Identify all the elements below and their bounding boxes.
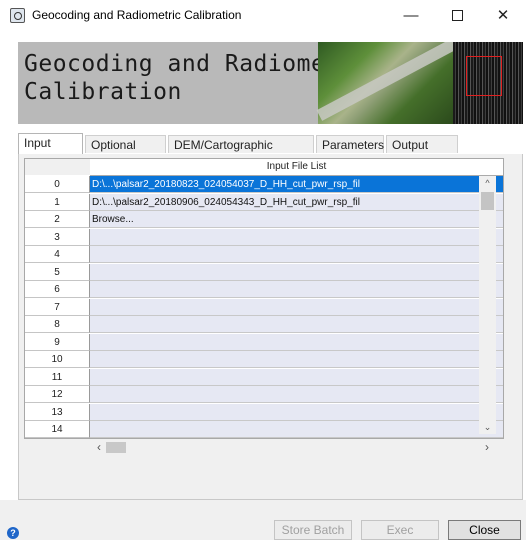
row-header[interactable]: 0 <box>25 176 90 193</box>
tab-output-files[interactable]: Output Files <box>386 135 458 170</box>
table-cell[interactable] <box>90 403 503 421</box>
help-icon[interactable]: ? <box>7 527 19 539</box>
row-header[interactable]: 2 <box>25 211 90 228</box>
column-header[interactable]: Input File List <box>90 159 503 176</box>
tab-bar: Input Files Optional Files DEM/Cartograp… <box>18 133 523 170</box>
row-header[interactable]: 10 <box>25 351 90 368</box>
table-cell[interactable]: Browse... <box>90 211 503 228</box>
tab-optional-files[interactable]: Optional Files <box>85 135 166 170</box>
maximize-icon <box>451 9 463 21</box>
row-header[interactable]: 12 <box>25 386 90 403</box>
close-button[interactable]: Close <box>448 520 521 540</box>
red-selection-box <box>466 56 502 96</box>
table-cell[interactable] <box>90 368 503 386</box>
scroll-down-icon[interactable]: ⌄ <box>479 420 496 434</box>
table-cell[interactable] <box>90 263 503 281</box>
title-bar: Geocoding and Radiometric Calibration — … <box>0 0 526 31</box>
table-cell[interactable] <box>90 281 503 298</box>
row-header[interactable]: 8 <box>25 316 90 333</box>
row-header[interactable]: 11 <box>25 368 90 386</box>
input-file-table: Input File List 0 D:\...\palsar2_20180823… <box>24 158 504 439</box>
hscroll-thumb[interactable] <box>106 442 126 453</box>
table-corner <box>25 159 90 175</box>
window-title: Geocoding and Radiometric Calibration <box>32 8 242 22</box>
row-header[interactable]: 7 <box>25 298 90 316</box>
store-batch-button[interactable]: Store Batch <box>274 520 352 540</box>
row-header[interactable]: 13 <box>25 403 90 421</box>
exec-button[interactable]: Exec <box>361 520 439 540</box>
scroll-right-icon[interactable]: › <box>480 439 494 455</box>
row-header[interactable]: 9 <box>25 333 90 351</box>
app-icon <box>10 8 25 23</box>
row-header[interactable]: 3 <box>25 228 90 246</box>
table-cell[interactable] <box>90 228 503 246</box>
scroll-up-icon[interactable]: ^ <box>479 176 496 190</box>
row-header[interactable]: 14 <box>25 421 90 438</box>
row-header[interactable]: 5 <box>25 263 90 281</box>
tab-input-files[interactable]: Input Files <box>18 133 83 168</box>
row-header[interactable]: 1 <box>25 193 90 211</box>
header-banner: Geocoding and Radiometric Calibration <box>18 42 523 124</box>
table-cell[interactable]: D:\...\palsar2_20180823_024054037_D_HH_c… <box>90 176 503 193</box>
vertical-scrollbar[interactable]: ^ ⌄ <box>479 176 496 434</box>
tab-parameters[interactable]: Parameters <box>316 135 384 153</box>
table-cell[interactable] <box>90 333 503 351</box>
row-header[interactable]: 4 <box>25 246 90 263</box>
scroll-thumb[interactable] <box>481 192 494 210</box>
minimize-button[interactable]: — <box>388 0 434 31</box>
table-cell[interactable] <box>90 316 503 333</box>
tab-dem-cartographic-system[interactable]: DEM/Cartographic System <box>168 135 314 170</box>
maximize-button[interactable] <box>434 0 480 31</box>
table-cell[interactable] <box>90 421 503 438</box>
close-window-button[interactable]: ✕ <box>480 0 526 31</box>
table-cell[interactable] <box>90 246 503 263</box>
table-cell[interactable] <box>90 386 503 403</box>
table-cell[interactable]: D:\...\palsar2_20180906_024054343_D_HH_c… <box>90 193 503 211</box>
table-cell[interactable] <box>90 351 503 368</box>
horizontal-scrollbar[interactable]: ‹ › <box>90 439 496 455</box>
table-cell[interactable] <box>90 298 503 316</box>
scroll-left-icon[interactable]: ‹ <box>92 439 106 455</box>
row-header[interactable]: 6 <box>25 281 90 298</box>
